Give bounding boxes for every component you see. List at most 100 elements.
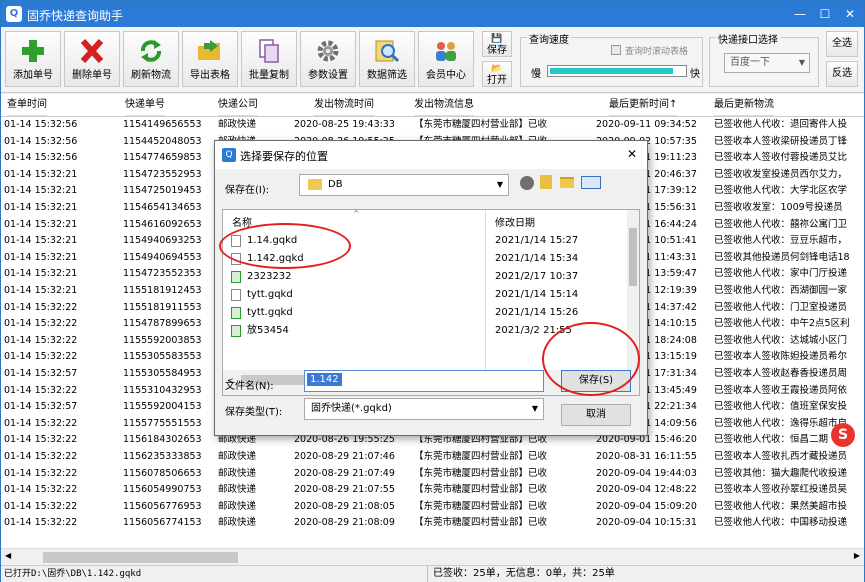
table-cell: 1156235333853: [123, 451, 202, 462]
table-row[interactable]: 01-14 15:32:22 1156054990753 邮政快递 2020-08-2…: [1, 482, 864, 498]
maximize-button[interactable]: ☐: [814, 5, 836, 23]
table-row[interactable]: 01-14 15:32:22 1156235333853 邮政快递 2020-08-2…: [1, 449, 864, 465]
filetype-select[interactable]: 固乔快递(*.gqkd) ▼: [304, 398, 544, 420]
horizontal-scrollbar[interactable]: ◀ ▶: [1, 548, 864, 565]
table-row[interactable]: 01-14 15:32:56 1154149656553 邮政快递 2020-08-2…: [1, 117, 864, 133]
table-cell: 已签收本人签收王霞投递员阿依: [714, 384, 848, 396]
filename-input[interactable]: 1.142: [304, 370, 544, 392]
export-table-button[interactable]: 导出表格: [182, 31, 238, 87]
table-cell: 2020-09-04 10:15:31: [596, 517, 697, 529]
table-cell: 01-14 15:32:21: [4, 285, 78, 296]
back-icon[interactable]: [520, 176, 534, 190]
speed-fast-label: 快: [690, 69, 700, 80]
open-small-icon: 📂: [491, 64, 503, 74]
scroll-left-icon[interactable]: ◀: [5, 551, 11, 560]
minimize-button[interactable]: —: [789, 5, 811, 23]
vscroll-thumb[interactable]: [629, 228, 637, 286]
header-last-update-info[interactable]: 最后更新物流: [714, 94, 774, 116]
file-date: 2021/2/17 10:37: [495, 271, 579, 282]
new-folder-icon[interactable]: [560, 177, 574, 188]
table-cell: 2020-08-29 21:07:55: [294, 484, 395, 496]
table-cell: 01-14 15:32:57: [4, 368, 78, 379]
export-table-label: 导出表格: [190, 70, 230, 81]
speed-slow-label: 慢: [531, 69, 541, 80]
file-row[interactable]: tytt.gqkd 2021/1/14 15:14: [223, 286, 627, 304]
file-name: 放53454: [247, 325, 289, 336]
header-sent-time[interactable]: 发出物流时间: [314, 94, 374, 116]
table-cell: 1155305584953: [123, 368, 202, 379]
col-date-header[interactable]: 修改日期: [495, 214, 535, 229]
select-all-button[interactable]: 全选: [826, 31, 858, 57]
batch-copy-button[interactable]: 批量复制: [241, 31, 297, 87]
sort-asc-icon: ^: [353, 209, 360, 218]
table-cell: 2020-09-04 12:48:22: [596, 484, 697, 496]
table-cell: 邮政快递: [218, 119, 257, 130]
filename-value: 1.142: [307, 373, 342, 386]
delete-number-button[interactable]: 删除单号: [64, 31, 120, 87]
table-cell: 已签收他人代收：西湖御园一家: [714, 285, 848, 296]
table-cell: 01-14 15:32:22: [4, 467, 78, 479]
member-center-button[interactable]: 会员中心: [418, 31, 474, 87]
table-cell: 已签收本人签收梁研投递员丁锋: [714, 135, 848, 147]
close-button[interactable]: ✕: [839, 5, 861, 23]
dialog-title-bar: Q 选择要保存的位置 ✕: [215, 141, 647, 169]
table-cell: 2020-08-29 21:08:05: [294, 500, 395, 512]
table-cell: 1154725019453: [123, 185, 202, 197]
document-icon: [231, 289, 241, 301]
scrollbar-thumb[interactable]: [43, 552, 238, 563]
refresh-logistics-button[interactable]: 刷新物流: [123, 31, 179, 87]
file-row[interactable]: tytt.gqkd 2021/1/14 15:26: [223, 304, 627, 322]
settings-label: 参数设置: [308, 70, 348, 81]
scroll-table-checkbox-label: 查询时滚动表格: [625, 47, 689, 57]
open-button[interactable]: 📂 打开: [482, 61, 512, 87]
table-cell: 【东莞市糖厦四村营业部】已收: [414, 467, 548, 479]
header-sent-info[interactable]: 发出物流信息: [414, 94, 474, 116]
table-cell: 1154616092653: [123, 218, 202, 230]
data-filter-button[interactable]: 数据筛选: [359, 31, 415, 87]
status-divider: [427, 566, 428, 582]
table-cell: 1154787899653: [123, 318, 202, 330]
chevron-down-icon: ▼: [531, 404, 538, 413]
dialog-close-button[interactable]: ✕: [627, 147, 637, 161]
save-in-dropdown[interactable]: DB ▼: [299, 174, 509, 196]
table-cell: 01-14 15:32:21: [4, 268, 78, 280]
up-folder-icon[interactable]: [540, 175, 552, 189]
header-query-time[interactable]: 查单时间: [7, 94, 47, 116]
table-cell: 01-14 15:32:22: [4, 334, 78, 346]
settings-button[interactable]: 参数设置: [300, 31, 356, 87]
table-cell: 1155775551553: [123, 417, 202, 429]
header-last-update-time[interactable]: 最后更新时间↑: [609, 94, 678, 116]
header-courier[interactable]: 快递公司: [218, 94, 258, 116]
floating-logo-icon[interactable]: S: [831, 423, 855, 447]
table-cell: 1155592003853: [123, 334, 202, 346]
interface-select[interactable]: 百度一下 ▼: [724, 53, 810, 73]
table-cell: 01-14 15:32:22: [4, 434, 78, 446]
table-row[interactable]: 01-14 15:32:22 1156056776953 邮政快递 2020-08-2…: [1, 499, 864, 515]
add-number-button[interactable]: 添加单号: [5, 31, 61, 87]
view-menu-icon[interactable]: [581, 176, 601, 189]
app-logo-icon: Q: [6, 6, 22, 22]
scroll-right-icon[interactable]: ▶: [854, 551, 860, 560]
table-cell: 已签收他人代收：中午2点5区利: [714, 318, 850, 330]
table-cell: 1156054990753: [123, 484, 202, 496]
file-name: tytt.gqkd: [247, 289, 293, 300]
save-button[interactable]: 💾 保存: [482, 31, 512, 57]
query-speed-group: 查询速度 查询时滚动表格 慢 快: [520, 31, 703, 87]
invert-selection-button[interactable]: 反选: [826, 61, 858, 87]
dialog-app-icon: Q: [222, 148, 236, 162]
header-tracking-number[interactable]: 快递单号: [125, 94, 165, 116]
table-cell: 1155305583553: [123, 351, 202, 363]
annotation-circle-files: [219, 223, 351, 269]
filename-label: 文件名(N):: [225, 381, 274, 392]
scroll-table-checkbox[interactable]: [611, 45, 621, 55]
table-cell: 已签收他人代收：豆豆乐超市，: [714, 235, 848, 247]
status-opened-file: 已打开D:\固乔\DB\1.142.gqkd: [4, 569, 142, 579]
table-cell: 邮政快递: [218, 517, 257, 529]
table-cell: 已签收他人代收：达城城小区门: [714, 334, 848, 346]
speed-slider[interactable]: [547, 65, 687, 77]
table-row[interactable]: 01-14 15:32:22 1156078506653 邮政快递 2020-08-2…: [1, 466, 864, 482]
dialog-cancel-button[interactable]: 取消: [561, 404, 631, 426]
table-row[interactable]: 01-14 15:32:22 1156056774153 邮政快递 2020-08-2…: [1, 515, 864, 531]
gear-icon: [317, 40, 339, 62]
file-row[interactable]: 2323232 2021/2/17 10:37: [223, 268, 627, 286]
